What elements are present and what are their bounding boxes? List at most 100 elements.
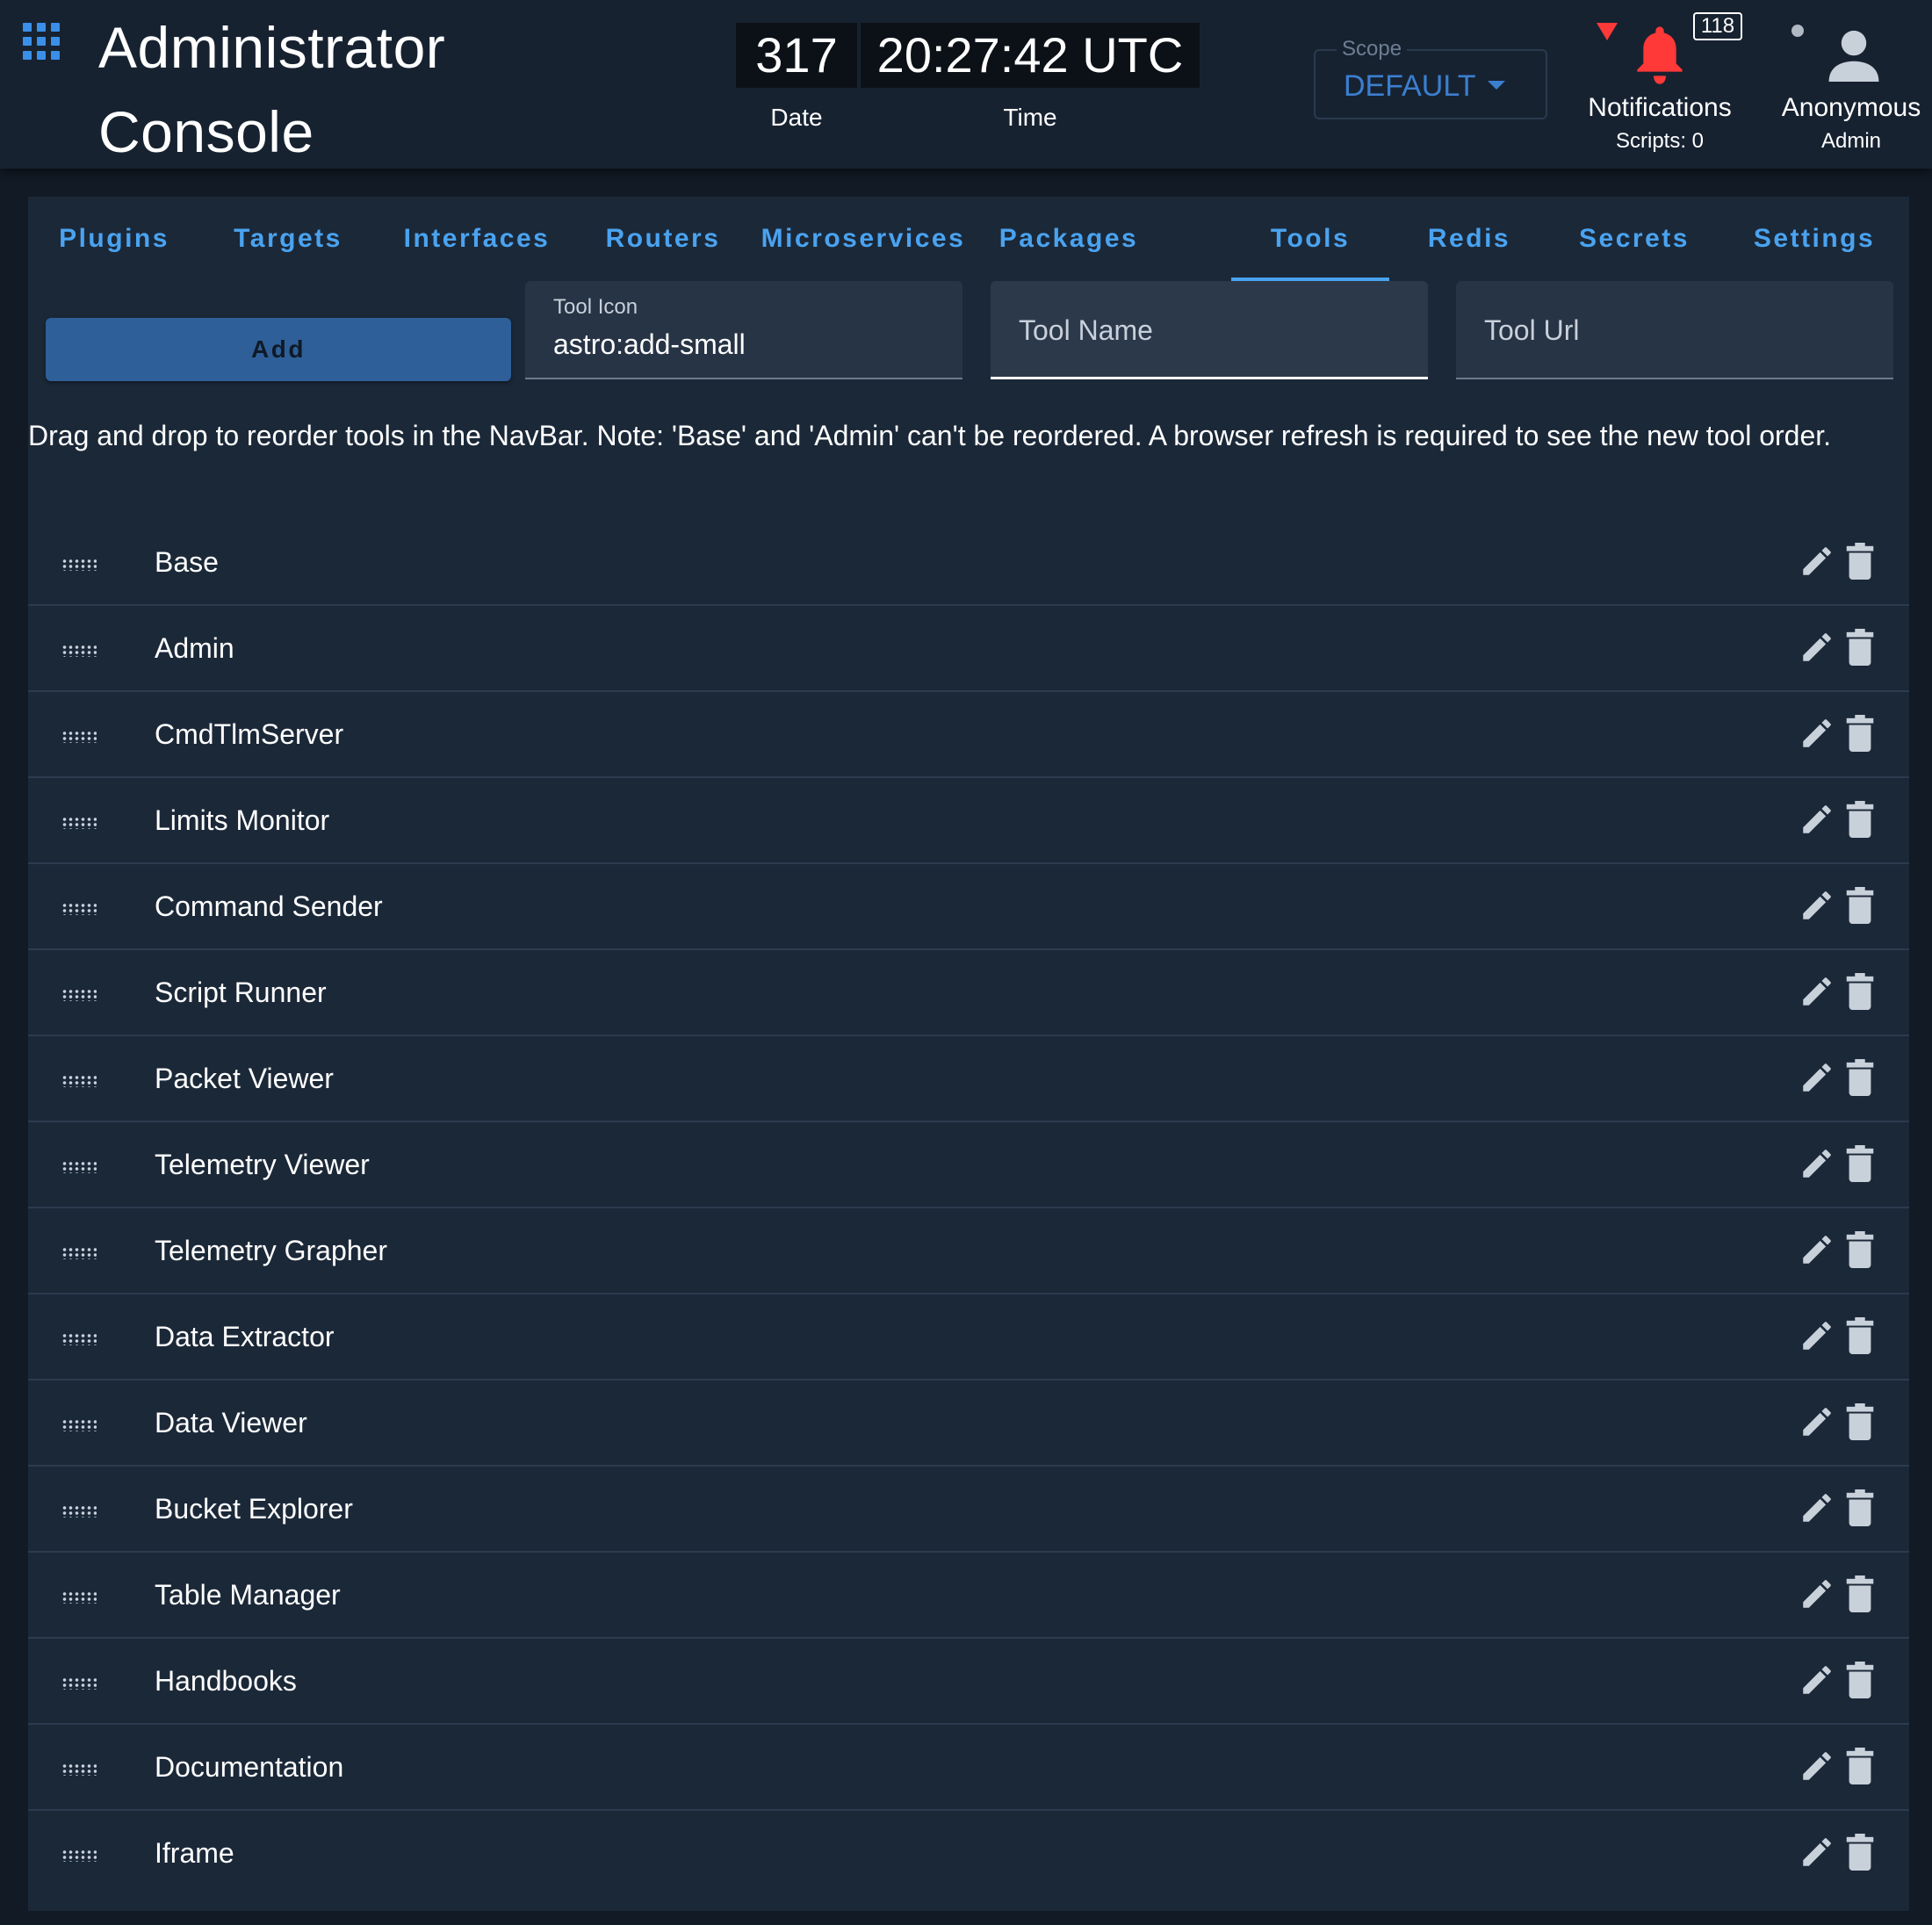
list-item[interactable]: Table Manager xyxy=(28,1553,1909,1639)
tab-redis[interactable]: Redis xyxy=(1389,197,1549,281)
list-item[interactable]: Telemetry Viewer xyxy=(28,1122,1909,1208)
tab-interfaces[interactable]: Interfaces xyxy=(376,197,578,281)
drag-handle-icon[interactable] xyxy=(61,989,97,1001)
help-text: Drag and drop to reorder tools in the Na… xyxy=(28,420,1832,451)
tab-packages[interactable]: Packages xyxy=(978,197,1159,281)
drag-handle-icon[interactable] xyxy=(61,1763,97,1776)
page-title: Administrator Console xyxy=(98,5,467,174)
drag-handle-icon[interactable] xyxy=(61,1849,97,1862)
drag-handle-icon[interactable] xyxy=(61,731,97,743)
scope-label: Scope xyxy=(1337,37,1408,61)
list-item[interactable]: Data Extractor xyxy=(28,1294,1909,1381)
tool-name: Table Manager xyxy=(155,1579,341,1611)
tool-list: Base Admin CmdTlmServer Limits Monitor C… xyxy=(28,520,1909,1897)
delete-trash-icon[interactable] xyxy=(1846,887,1874,924)
edit-pencil-icon[interactable] xyxy=(1799,1748,1835,1784)
drag-handle-icon[interactable] xyxy=(61,1075,97,1087)
add-tool-button[interactable]: Add xyxy=(46,318,511,381)
edit-pencil-icon[interactable] xyxy=(1799,887,1835,924)
drag-handle-icon[interactable] xyxy=(61,1333,97,1345)
list-item[interactable]: Documentation xyxy=(28,1725,1909,1811)
tab-bar: Plugins Targets Interfaces Routers Micro… xyxy=(28,197,1909,281)
tool-name-field[interactable]: Tool Name xyxy=(991,281,1428,379)
tool-name: Packet Viewer xyxy=(155,1063,334,1094)
bell-icon[interactable] xyxy=(1635,26,1684,84)
list-item[interactable]: Command Sender xyxy=(28,864,1909,950)
delete-trash-icon[interactable] xyxy=(1846,629,1874,666)
tab-targets[interactable]: Targets xyxy=(200,197,376,281)
list-item[interactable]: Base xyxy=(28,520,1909,606)
tool-name: Telemetry Grapher xyxy=(155,1235,387,1266)
edit-pencil-icon[interactable] xyxy=(1799,715,1835,752)
edit-pencil-icon[interactable] xyxy=(1799,801,1835,838)
edit-pencil-icon[interactable] xyxy=(1799,1489,1835,1526)
edit-pencil-icon[interactable] xyxy=(1799,543,1835,580)
drag-handle-icon[interactable] xyxy=(61,903,97,915)
notifications-label[interactable]: Notifications xyxy=(1572,91,1748,125)
delete-trash-icon[interactable] xyxy=(1846,1834,1874,1871)
delete-trash-icon[interactable] xyxy=(1846,1489,1874,1526)
delete-trash-icon[interactable] xyxy=(1846,1575,1874,1612)
delete-trash-icon[interactable] xyxy=(1846,1059,1874,1096)
edit-pencil-icon[interactable] xyxy=(1799,1059,1835,1096)
list-item[interactable]: CmdTlmServer xyxy=(28,692,1909,778)
drag-handle-icon[interactable] xyxy=(61,1247,97,1259)
drag-handle-icon[interactable] xyxy=(61,1419,97,1431)
tool-name: Bucket Explorer xyxy=(155,1493,353,1525)
list-item[interactable]: Iframe xyxy=(28,1811,1909,1897)
app-header: Administrator Console 317 20:27:42 UTC D… xyxy=(0,0,1932,169)
list-item[interactable]: Packet Viewer xyxy=(28,1036,1909,1122)
delete-trash-icon[interactable] xyxy=(1846,973,1874,1010)
delete-trash-icon[interactable] xyxy=(1846,1231,1874,1268)
drag-handle-icon[interactable] xyxy=(61,817,97,829)
tab-plugins[interactable]: Plugins xyxy=(28,197,200,281)
delete-trash-icon[interactable] xyxy=(1846,543,1874,580)
reorder-help-text: Drag and drop to reorder tools in the Na… xyxy=(28,415,1909,457)
drag-handle-icon[interactable] xyxy=(61,1677,97,1690)
tool-icon-field[interactable]: Tool Icon astro:add-small xyxy=(525,281,962,379)
edit-pencil-icon[interactable] xyxy=(1799,629,1835,666)
edit-pencil-icon[interactable] xyxy=(1799,1317,1835,1354)
list-item[interactable]: Handbooks xyxy=(28,1639,1909,1725)
drag-handle-icon[interactable] xyxy=(61,645,97,657)
edit-pencil-icon[interactable] xyxy=(1799,1662,1835,1698)
user-name[interactable]: Anonymous xyxy=(1765,91,1932,125)
apps-grid-icon[interactable] xyxy=(23,23,61,61)
delete-trash-icon[interactable] xyxy=(1846,1145,1874,1182)
tool-icon-value: astro:add-small xyxy=(553,328,746,360)
edit-pencil-icon[interactable] xyxy=(1799,1834,1835,1871)
drag-handle-icon[interactable] xyxy=(61,1505,97,1518)
delete-trash-icon[interactable] xyxy=(1846,1317,1874,1354)
tool-url-field[interactable]: Tool Url xyxy=(1456,281,1893,379)
date-display: 317 xyxy=(736,23,857,88)
delete-trash-icon[interactable] xyxy=(1846,715,1874,752)
list-item[interactable]: Script Runner xyxy=(28,950,1909,1036)
delete-trash-icon[interactable] xyxy=(1846,1748,1874,1784)
edit-pencil-icon[interactable] xyxy=(1799,1231,1835,1268)
tool-name: Telemetry Viewer xyxy=(155,1149,370,1180)
tool-name: Data Extractor xyxy=(155,1321,335,1352)
tab-tools[interactable]: Tools xyxy=(1231,197,1389,281)
list-item[interactable]: Bucket Explorer xyxy=(28,1467,1909,1553)
tab-secrets[interactable]: Secrets xyxy=(1549,197,1719,281)
scope-select[interactable]: Scope DEFAULT xyxy=(1314,37,1547,119)
edit-pencil-icon[interactable] xyxy=(1799,973,1835,1010)
list-item[interactable]: Limits Monitor xyxy=(28,778,1909,864)
tool-name: Admin xyxy=(155,632,234,664)
drag-handle-icon[interactable] xyxy=(61,559,97,571)
list-item[interactable]: Admin xyxy=(28,606,1909,692)
drag-handle-icon[interactable] xyxy=(61,1161,97,1173)
tab-routers[interactable]: Routers xyxy=(578,197,748,281)
drag-handle-icon[interactable] xyxy=(61,1591,97,1604)
edit-pencil-icon[interactable] xyxy=(1799,1575,1835,1612)
delete-trash-icon[interactable] xyxy=(1846,801,1874,838)
user-icon[interactable] xyxy=(1827,26,1881,83)
edit-pencil-icon[interactable] xyxy=(1799,1145,1835,1182)
delete-trash-icon[interactable] xyxy=(1846,1403,1874,1440)
tab-settings[interactable]: Settings xyxy=(1719,197,1909,281)
delete-trash-icon[interactable] xyxy=(1846,1662,1874,1698)
edit-pencil-icon[interactable] xyxy=(1799,1403,1835,1440)
list-item[interactable]: Telemetry Grapher xyxy=(28,1208,1909,1294)
tab-microservices[interactable]: Microservices xyxy=(748,197,978,281)
list-item[interactable]: Data Viewer xyxy=(28,1381,1909,1467)
